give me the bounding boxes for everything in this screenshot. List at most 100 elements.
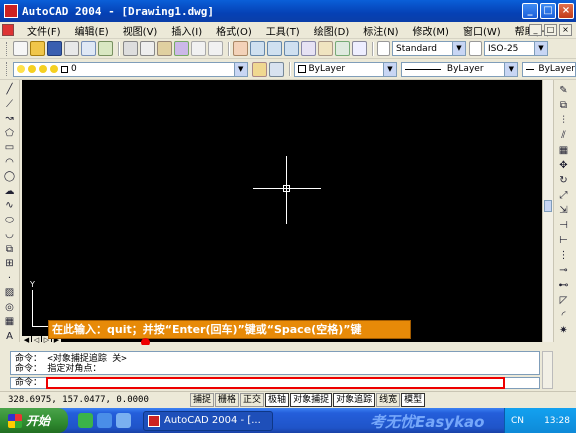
- doc-minimize-button[interactable]: _: [529, 24, 542, 36]
- color-dropdown[interactable]: ByLayer ▼: [293, 61, 397, 77]
- language-indicator[interactable]: CN: [511, 416, 524, 426]
- erase-icon[interactable]: ✎: [557, 84, 570, 96]
- zoom-previous-icon[interactable]: [284, 41, 299, 56]
- menu-window[interactable]: 窗口(W): [456, 23, 508, 38]
- show-desktop-icon[interactable]: [116, 413, 131, 428]
- menu-view[interactable]: 视图(V): [116, 23, 165, 38]
- grid-toggle[interactable]: 栅格: [215, 393, 240, 407]
- close-button[interactable]: ×: [558, 3, 574, 19]
- trim-icon[interactable]: ⊣: [557, 219, 570, 231]
- polygon-icon[interactable]: ⬠: [3, 128, 16, 140]
- stretch-icon[interactable]: ⇲: [557, 204, 570, 216]
- taskbar-autocad-button[interactable]: AutoCAD 2004 - [...: [143, 410, 273, 431]
- hatch-icon[interactable]: ▨: [3, 287, 16, 299]
- circle-icon[interactable]: ◯: [3, 171, 16, 183]
- print-preview-icon[interactable]: [81, 41, 96, 56]
- chevron-down-icon[interactable]: ▼: [534, 42, 547, 55]
- fillet-icon[interactable]: ◜: [557, 309, 570, 321]
- design-center-icon[interactable]: [318, 41, 333, 56]
- rectangle-icon[interactable]: ▭: [3, 142, 16, 154]
- dim-style-dropdown[interactable]: ISO-25 ▼: [484, 41, 548, 56]
- tool-palettes-icon[interactable]: [335, 41, 350, 56]
- polyline-icon[interactable]: ↝: [3, 113, 16, 125]
- multiline-text-icon[interactable]: A: [3, 331, 16, 343]
- command-input[interactable]: [46, 377, 505, 389]
- quick-launch-icon[interactable]: [78, 413, 93, 428]
- lineweight-dropdown[interactable]: ByLayer: [522, 61, 576, 77]
- osnap-toggle[interactable]: 对象捕捉: [290, 393, 333, 407]
- ellipse-icon[interactable]: ⬭: [3, 215, 16, 227]
- make-object-layer-current-icon[interactable]: [251, 61, 267, 77]
- redo-icon[interactable]: [208, 41, 223, 56]
- help-icon[interactable]: [352, 41, 367, 56]
- properties-icon[interactable]: [301, 41, 316, 56]
- menu-file[interactable]: 文件(F): [20, 23, 68, 38]
- menu-dimension[interactable]: 标注(N): [356, 23, 405, 38]
- array-icon[interactable]: ▦: [557, 144, 570, 156]
- save-icon[interactable]: [47, 41, 62, 56]
- pan-icon[interactable]: [233, 41, 248, 56]
- chevron-down-icon[interactable]: ▼: [452, 42, 465, 55]
- menu-edit[interactable]: 编辑(E): [68, 23, 116, 38]
- ellipse-arc-icon[interactable]: ◡: [3, 229, 16, 241]
- revision-cloud-icon[interactable]: ☁: [3, 186, 16, 198]
- insert-block-icon[interactable]: ⧉: [3, 244, 16, 256]
- copy-object-icon[interactable]: ⧉: [557, 99, 570, 111]
- paste-icon[interactable]: [157, 41, 172, 56]
- open-folder-icon[interactable]: [30, 41, 45, 56]
- extend-icon[interactable]: ⊢: [557, 234, 570, 246]
- doc-close-button[interactable]: ×: [559, 24, 572, 36]
- tray-clock[interactable]: 13:28: [544, 416, 570, 426]
- make-block-icon[interactable]: ⊞: [3, 258, 16, 270]
- join-icon[interactable]: ⊷: [557, 279, 570, 291]
- mirror-icon[interactable]: ⫶: [557, 114, 570, 126]
- tab-prev-icon[interactable]: ◁: [32, 335, 41, 345]
- polar-toggle[interactable]: 极轴: [265, 393, 290, 407]
- drawing-canvas[interactable]: Y X: [22, 80, 542, 342]
- undo-icon[interactable]: [191, 41, 206, 56]
- rotate-icon[interactable]: ↻: [557, 174, 570, 186]
- break-icon[interactable]: ⊸: [557, 264, 570, 276]
- offset-icon[interactable]: ⫽: [557, 129, 570, 141]
- linetype-dropdown[interactable]: ByLayer ▼: [400, 61, 519, 77]
- menu-insert[interactable]: 插入(I): [164, 23, 209, 38]
- menu-format[interactable]: 格式(O): [209, 23, 259, 38]
- new-file-icon[interactable]: [13, 41, 28, 56]
- minimize-button[interactable]: _: [522, 3, 538, 19]
- document-icon[interactable]: [2, 24, 14, 36]
- autocad-app-icon[interactable]: [4, 4, 18, 18]
- copy-icon[interactable]: [140, 41, 155, 56]
- doc-restore-button[interactable]: □: [544, 24, 557, 36]
- scrollbar-thumb[interactable]: [544, 200, 552, 212]
- move-icon[interactable]: ✥: [557, 159, 570, 171]
- tab-first-icon[interactable]: ◀: [22, 335, 31, 345]
- match-properties-icon[interactable]: [174, 41, 189, 56]
- zoom-window-icon[interactable]: [267, 41, 282, 56]
- point-icon[interactable]: ·: [3, 273, 16, 285]
- cut-icon[interactable]: [123, 41, 138, 56]
- line-icon[interactable]: ╱: [3, 84, 16, 96]
- layer-dropdown[interactable]: 0 ▼: [12, 61, 248, 77]
- command-scrollbar[interactable]: [542, 351, 553, 389]
- layer-previous-icon[interactable]: [268, 61, 284, 77]
- chevron-down-icon[interactable]: ▼: [233, 62, 247, 76]
- publish-icon[interactable]: [98, 41, 113, 56]
- ortho-toggle[interactable]: 正交: [240, 393, 265, 407]
- region-icon[interactable]: ◎: [3, 302, 16, 314]
- start-button[interactable]: 开始: [0, 408, 68, 433]
- menu-draw[interactable]: 绘图(D): [307, 23, 357, 38]
- vertical-scrollbar[interactable]: [542, 80, 553, 342]
- snap-toggle[interactable]: 捕捉: [190, 393, 215, 407]
- otrack-toggle[interactable]: 对象追踪: [333, 393, 376, 407]
- model-toggle[interactable]: 模型: [401, 393, 426, 407]
- spline-icon[interactable]: ∿: [3, 200, 16, 212]
- explode-icon[interactable]: ✷: [557, 324, 570, 336]
- table-icon[interactable]: ▦: [3, 316, 16, 328]
- chevron-down-icon[interactable]: ▼: [504, 62, 518, 76]
- zoom-realtime-icon[interactable]: [250, 41, 265, 56]
- text-style-dropdown[interactable]: Standard ▼: [392, 41, 466, 56]
- toolbar-grip[interactable]: [6, 62, 9, 76]
- toolbar-grip[interactable]: [6, 41, 9, 56]
- menu-modify[interactable]: 修改(M): [406, 23, 456, 38]
- construction-line-icon[interactable]: ⟋: [3, 99, 16, 111]
